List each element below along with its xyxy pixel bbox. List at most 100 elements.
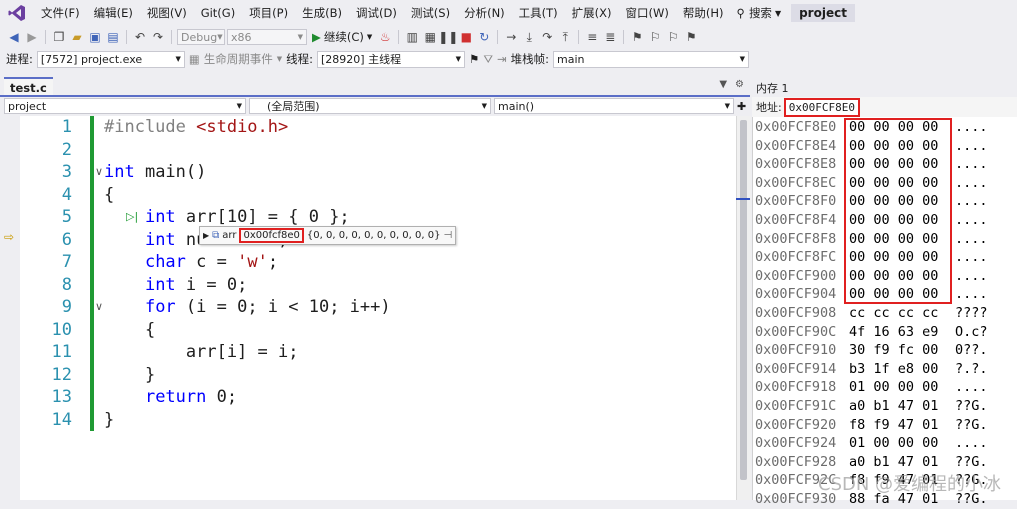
menu-help[interactable]: 帮助(H) <box>676 0 731 26</box>
scrollbar-thumb[interactable] <box>740 120 747 480</box>
back-icon[interactable]: ◀ <box>6 29 22 45</box>
redo-icon[interactable]: ↷ <box>150 29 166 45</box>
memory-grid[interactable]: 0x00FCF8E0 00 00 00 00.... 0x00FCF8E4 00 00… <box>752 117 1017 507</box>
code-line[interactable]: 1 #include <stdio.h> <box>0 116 736 139</box>
continue-button[interactable]: ▶ 继续(C) ▼ <box>309 29 375 45</box>
function-select[interactable]: main() ▼ <box>494 98 734 114</box>
memory-row[interactable]: 0x00FCF90C 4f 16 63 e9 O.c? <box>753 323 1017 342</box>
editor-scrollbar[interactable] <box>736 116 751 500</box>
code-line[interactable]: 7 char c = 'w'; <box>0 251 736 274</box>
show-next-statement-icon[interactable]: → <box>503 29 519 45</box>
memory-bytes[interactable]: 00 00 00 00 <box>849 285 938 304</box>
memory-bytes[interactable]: a0 b1 47 01 <box>849 453 938 472</box>
scope-select[interactable]: (全局范围) ▼ <box>249 98 491 114</box>
datatip[interactable]: ▶ ⧉ arr 0x00fcf8e0 {0, 0, 0, 0, 0, 0, 0,… <box>199 226 457 245</box>
memory-bytes[interactable]: 00 00 00 00 <box>849 192 938 211</box>
platform-select[interactable]: x86 ▼ <box>227 29 307 45</box>
fold-toggle-icon[interactable]: ∨ <box>95 161 103 183</box>
pin-icon[interactable]: ⊣ <box>443 230 452 241</box>
memory-row[interactable]: 0x00FCF914 b3 1f e8 00?.?. <box>753 360 1017 379</box>
step-into-icon[interactable]: ⤓ <box>521 29 537 45</box>
memory-row[interactable]: 0x00FCF928 a0 b1 47 01 ??G. <box>753 453 1017 472</box>
memory-bytes[interactable]: 00 00 00 00 <box>849 211 938 230</box>
memory-bytes[interactable]: 00 00 00 00 <box>849 118 938 137</box>
project-select[interactable]: project ▼ <box>4 98 246 114</box>
run-to-cursor-icon[interactable]: ▷| <box>126 206 138 228</box>
menu-view[interactable]: 视图(V) <box>140 0 194 26</box>
lifecycle-events-icon[interactable]: ▦ <box>189 52 200 66</box>
menu-project[interactable]: 项目(P) <box>242 0 295 26</box>
new-project-icon[interactable]: ❐ <box>51 29 67 45</box>
code-line[interactable]: 12 } <box>0 364 736 387</box>
memory-row[interactable]: 0x00FCF8FC 00 00 00 00.... <box>753 248 1017 267</box>
stack-frame-select[interactable]: main ▼ <box>553 50 750 68</box>
memory-bytes[interactable]: 01 00 00 00 <box>849 434 938 453</box>
memory-row[interactable]: 0x00FCF8EC 00 00 00 00.... <box>753 174 1017 193</box>
memory-bytes[interactable]: b3 1f e8 00 <box>849 360 938 379</box>
menu-window[interactable]: 窗口(W) <box>619 0 676 26</box>
menu-test[interactable]: 测试(S) <box>404 0 457 26</box>
expand-icon[interactable]: ▶ <box>203 231 209 240</box>
stop-icon[interactable]: ■ <box>458 29 474 45</box>
menu-git[interactable]: Git(G) <box>194 0 243 26</box>
menu-tools[interactable]: 工具(T) <box>512 0 565 26</box>
break-all-icon[interactable]: ❚❚ <box>438 29 458 45</box>
memory-row[interactable]: 0x00FCF8E4 00 00 00 00.... <box>753 137 1017 156</box>
code-line[interactable]: 8 int i = 0; <box>0 274 736 297</box>
forward-icon[interactable]: ▶ <box>24 29 40 45</box>
visual-studio-logo-icon[interactable] <box>6 2 28 24</box>
configuration-select[interactable]: Debug ▼ <box>177 29 225 45</box>
next-bookmark-icon[interactable]: ⚐ <box>665 29 681 45</box>
expand-icon[interactable]: ⇥ <box>497 52 507 66</box>
memory-bytes[interactable]: a0 b1 47 01 <box>849 397 938 416</box>
code-line[interactable]: 2 <box>0 139 736 162</box>
memory-row[interactable]: 0x00FCF8F8 00 00 00 00.... <box>753 230 1017 249</box>
thread-select[interactable]: [28920] 主线程 ▼ <box>317 50 466 68</box>
address-input[interactable]: 0x00FCF8E0 <box>783 97 860 117</box>
code-line[interactable]: 3 int main() ∨ <box>0 161 736 184</box>
save-icon[interactable]: ▣ <box>87 29 103 45</box>
filter-icon[interactable]: ⛛ <box>483 52 493 67</box>
search-box[interactable]: ⚲ 搜索 ▼ <box>731 5 788 21</box>
hot-reload-icon[interactable]: ♨ <box>377 29 393 45</box>
restart-icon[interactable]: ↻ <box>476 29 492 45</box>
memory-row[interactable]: 0x00FCF91C a0 b1 47 01 ??G. <box>753 397 1017 416</box>
memory-row[interactable]: 0x00FCF918 01 00 00 00.... <box>753 378 1017 397</box>
memory-row[interactable]: 0x00FCF920 f8 f9 47 01 ??G. <box>753 416 1017 435</box>
hex-display-icon[interactable]: ≡ <box>584 29 600 45</box>
menu-edit[interactable]: 编辑(E) <box>87 0 140 26</box>
step-over-icon[interactable]: ↷ <box>539 29 555 45</box>
menu-build[interactable]: 生成(B) <box>295 0 349 26</box>
memory-bytes[interactable]: 00 00 00 00 <box>849 248 938 267</box>
fold-toggle-icon[interactable]: ∨ <box>95 296 103 318</box>
menu-extensions[interactable]: 扩展(X) <box>565 0 619 26</box>
menu-debug[interactable]: 调试(D) <box>349 0 404 26</box>
diagnostics-icon[interactable]: ▥ <box>404 29 420 45</box>
code-line[interactable]: 9 for (i = 0; i < 10; i++) ∨ <box>0 296 736 319</box>
code-line[interactable]: 11 arr[i] = i; <box>0 341 736 364</box>
memory-bytes[interactable]: 4f 16 63 e9 <box>849 323 938 342</box>
previous-bookmark-icon[interactable]: ⚐ <box>647 29 663 45</box>
memory-bytes[interactable]: cc cc cc cc <box>849 304 938 323</box>
chevron-down-icon[interactable]: ▼ <box>719 79 727 90</box>
undo-icon[interactable]: ↶ <box>132 29 148 45</box>
open-file-icon[interactable]: ▰ <box>69 29 85 45</box>
memory-bytes[interactable]: 00 00 00 00 <box>849 155 938 174</box>
comment-icon[interactable]: ≣ <box>602 29 618 45</box>
clear-bookmarks-icon[interactable]: ⚑ <box>683 29 699 45</box>
memory-row[interactable]: 0x00FCF910 30 f9 fc 00 0??. <box>753 341 1017 360</box>
code-editor[interactable]: ⇨ 1 #include <stdio.h> 2 3 int main() ∨ 4{5 in… <box>0 116 736 500</box>
memory-row[interactable]: 0x00FCF8F0 00 00 00 00.... <box>753 192 1017 211</box>
memory-row[interactable]: 0x00FCF908 cc cc cc cc???? <box>753 304 1017 323</box>
memory-row[interactable]: 0x00FCF900 00 00 00 00.... <box>753 267 1017 286</box>
code-line[interactable]: 10 { <box>0 319 736 342</box>
save-all-icon[interactable]: ▤ <box>105 29 121 45</box>
code-line[interactable]: 14} <box>0 409 736 432</box>
menu-analyze[interactable]: 分析(N) <box>457 0 512 26</box>
lifecycle-events-label[interactable]: 生命周期事件 <box>204 51 273 67</box>
flag-icon[interactable]: ⚑ <box>469 52 479 66</box>
tab-test-c[interactable]: test.c <box>4 77 53 95</box>
memory-bytes[interactable]: 30 f9 fc 00 <box>849 341 938 360</box>
memory-row[interactable]: 0x00FCF924 01 00 00 00.... <box>753 434 1017 453</box>
menu-file[interactable]: 文件(F) <box>34 0 87 26</box>
